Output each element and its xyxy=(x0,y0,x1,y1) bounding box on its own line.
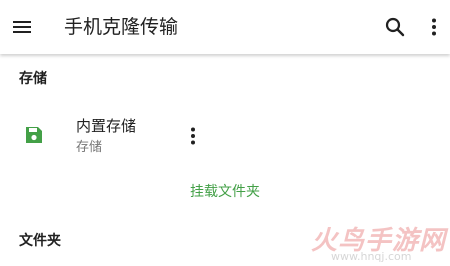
more-vert-icon xyxy=(432,18,436,36)
app-bar: 手机克隆传输 xyxy=(0,0,450,54)
mount-folder-link[interactable]: 挂载文件夹 xyxy=(190,183,260,201)
storage-list-item[interactable]: 内置存储 存储 xyxy=(0,108,450,164)
menu-button[interactable] xyxy=(10,15,34,39)
site-watermark: 火鸟手游网 www.hnqj.com xyxy=(303,218,448,266)
hamburger-menu-icon xyxy=(13,21,31,33)
folder-section-header: 文件夹 xyxy=(19,233,61,249)
search-icon xyxy=(385,17,405,37)
more-vert-icon xyxy=(191,127,195,145)
more-options-button[interactable] xyxy=(422,15,446,39)
save-icon xyxy=(24,125,44,145)
app-title: 手机克隆传输 xyxy=(64,16,179,38)
app-window: 手机克隆传输 存储 内置存储 存储 挂载文件夹 文件夹 火鸟手游网 www.hn… xyxy=(0,0,450,266)
search-button[interactable] xyxy=(383,15,407,39)
storage-section-header: 存储 xyxy=(19,71,47,87)
storage-item-subtitle: 存储 xyxy=(76,140,103,155)
watermark-url: www.hnqj.com xyxy=(331,250,412,263)
storage-item-title: 内置存储 xyxy=(76,117,137,135)
storage-item-more-button[interactable] xyxy=(181,124,205,148)
